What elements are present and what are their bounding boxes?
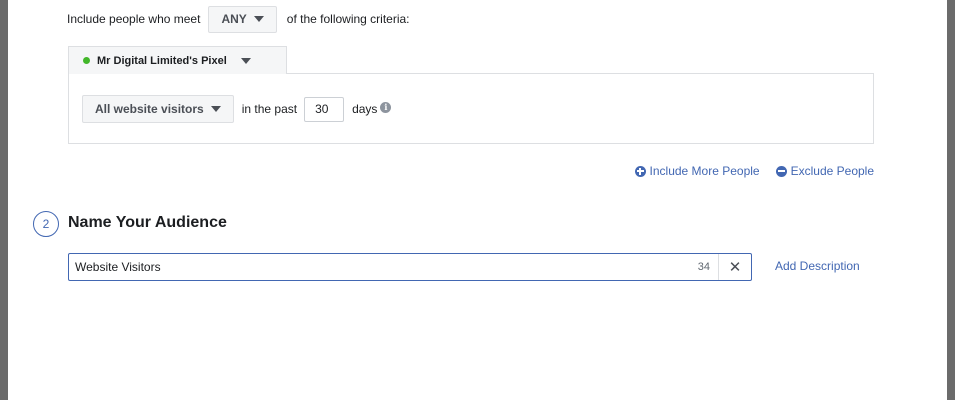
audience-name-input[interactable] bbox=[69, 254, 698, 280]
criteria-suffix: of the following criteria: bbox=[286, 12, 410, 26]
pixel-name: Mr Digital Limited's Pixel bbox=[97, 54, 227, 67]
audience-name-field: 34 ✕ bbox=[68, 253, 752, 281]
exclude-label: Exclude People bbox=[790, 164, 874, 178]
criteria-row: Include people who meet ANY of the follo… bbox=[67, 5, 410, 33]
pixel-status-icon bbox=[83, 57, 90, 64]
clear-icon[interactable]: ✕ bbox=[718, 254, 751, 280]
caret-down-icon bbox=[253, 16, 264, 22]
include-more-label: Include More People bbox=[649, 164, 760, 178]
match-type-dropdown[interactable]: ANY bbox=[208, 5, 277, 33]
match-type-value: ANY bbox=[221, 12, 247, 26]
caret-down-icon bbox=[240, 57, 251, 64]
plus-circle-icon bbox=[634, 165, 646, 177]
character-count: 34 bbox=[697, 261, 710, 273]
step-number-badge: 2 bbox=[33, 211, 59, 237]
in-the-past-label: in the past bbox=[241, 102, 298, 116]
caret-down-icon bbox=[210, 106, 221, 112]
visitors-type-dropdown[interactable]: All website visitors bbox=[82, 95, 234, 123]
section-title: Name Your Audience bbox=[68, 214, 227, 231]
audience-actions: Include More People Exclude People bbox=[634, 164, 874, 178]
add-description-link[interactable]: Add Description bbox=[775, 259, 860, 273]
days-label: days bbox=[352, 102, 378, 116]
minus-circle-icon bbox=[775, 165, 787, 177]
criteria-prefix: Include people who meet bbox=[67, 12, 201, 26]
exclude-people-link[interactable]: Exclude People bbox=[775, 164, 874, 178]
visitors-type-value: All website visitors bbox=[95, 102, 204, 116]
include-more-people-link[interactable]: Include More People bbox=[634, 164, 760, 178]
pixel-source-dropdown[interactable]: Mr Digital Limited's Pixel bbox=[68, 46, 287, 74]
info-icon[interactable]: i bbox=[380, 101, 392, 113]
retention-days-input[interactable] bbox=[304, 96, 345, 122]
rule-box: All website visitors in the past days i bbox=[68, 73, 874, 144]
rule-row: All website visitors in the past days i bbox=[82, 95, 392, 123]
audience-panel: Include people who meet ANY of the follo… bbox=[8, 0, 947, 400]
